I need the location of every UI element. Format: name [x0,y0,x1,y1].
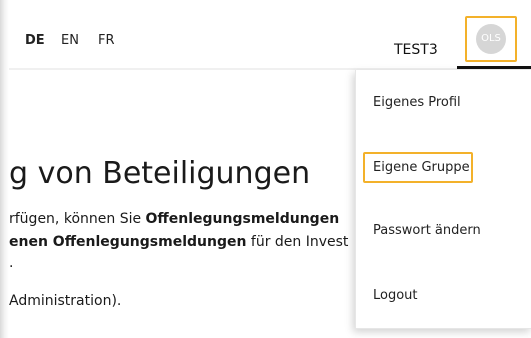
content-line-2: enen Offenlegungsmeldungen für den Inves… [9,233,348,251]
user-menu-active-indicator [457,66,531,69]
content-line-3: . [9,255,14,271]
user-dropdown-menu: Eigenes Profil Eigene Gruppe Passwort än… [355,70,531,329]
page-edge-shadow [0,0,9,338]
content-line-1: rfügen, können Sie Offenlegungsmeldungen [9,210,339,228]
language-fr[interactable]: FR [98,33,115,49]
content-line-4: Administration). [9,293,122,309]
user-name[interactable]: TEST3 [394,41,438,59]
content-line-1-bold: Offenlegungsmeldungen [145,211,340,227]
menu-item-own-profile[interactable]: Eigenes Profil [373,94,461,112]
content-line-1-text: rfügen, können Sie [9,211,146,227]
content-line-2-text: für den Invest [246,234,349,250]
page-title: g von Beteiligungen [9,156,311,191]
menu-item-logout[interactable]: Logout [373,287,418,305]
language-en[interactable]: EN [61,33,79,49]
language-de[interactable]: DE [25,33,45,49]
top-header [9,0,531,70]
menu-item-change-password[interactable]: Passwort ändern [373,222,481,240]
menu-item-own-group[interactable]: Eigene Gruppe [373,159,470,177]
content-line-2-bold: enen Offenlegungsmeldungen [9,234,247,250]
user-avatar[interactable]: OLS [476,24,506,54]
